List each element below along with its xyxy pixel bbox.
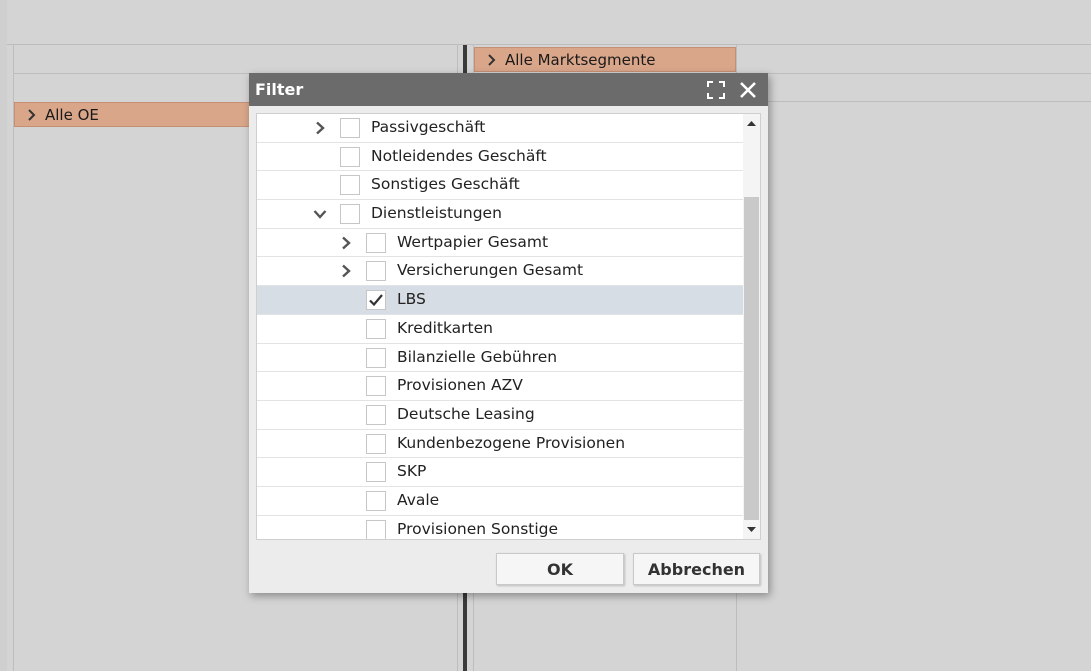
market-segment-label: Alle Marktsegmente — [505, 50, 656, 69]
row-label: Kreditkarten — [397, 318, 493, 337]
tree-row[interactable]: Sonstiges Geschäft — [257, 171, 743, 201]
tree-row[interactable]: Kundenbezogene Provisionen — [257, 430, 743, 459]
row-label: Notleidendes Geschäft — [371, 146, 547, 165]
tree-row[interactable]: Deutsche Leasing — [257, 401, 743, 430]
row-checkbox[interactable] — [366, 290, 386, 311]
row-label: Deutsche Leasing — [397, 404, 535, 423]
tree-row[interactable]: Avale — [257, 487, 743, 516]
tree-row[interactable]: Kreditkarten — [257, 315, 743, 344]
tree-row[interactable]: Bilanzielle Gebühren — [257, 344, 743, 373]
row-label: SKP — [397, 462, 427, 481]
row-label: Sonstiges Geschäft — [371, 175, 520, 194]
splitter-handle[interactable] — [463, 593, 467, 671]
scrollbar-thumb[interactable] — [744, 197, 759, 520]
splitter-handle[interactable] — [463, 45, 467, 73]
row-checkbox[interactable] — [366, 490, 386, 511]
row-checkbox[interactable] — [366, 232, 386, 253]
row-checkbox[interactable] — [366, 347, 386, 368]
row-label: Wertpapier Gesamt — [397, 232, 549, 251]
row-checkbox[interactable] — [366, 261, 386, 282]
row-label: Avale — [397, 490, 440, 509]
row-checkbox[interactable] — [340, 204, 360, 225]
vertical-scrollbar[interactable] — [743, 114, 760, 539]
close-icon[interactable] — [736, 78, 760, 102]
row-checkbox[interactable] — [366, 519, 386, 539]
tree-row[interactable]: LBS — [257, 286, 743, 315]
row-checkbox[interactable] — [340, 118, 360, 138]
scroll-up-icon[interactable] — [746, 118, 757, 129]
dialog-title: Filter — [255, 80, 304, 99]
tree-row[interactable]: Passivgeschäft — [257, 114, 743, 143]
chevron-right-icon — [28, 108, 36, 121]
row-checkbox[interactable] — [366, 462, 386, 483]
checkmark-icon — [369, 294, 383, 307]
row-checkbox[interactable] — [366, 376, 386, 397]
row-label: Dienstleistungen — [371, 204, 502, 223]
chevron-right-icon[interactable] — [339, 264, 353, 278]
row-label: LBS — [397, 290, 426, 309]
tree-row[interactable]: Notleidendes Geschäft — [257, 143, 743, 172]
tree-row[interactable]: SKP — [257, 458, 743, 487]
chevron-down-icon[interactable] — [313, 207, 327, 221]
left-edge-strip — [0, 0, 7, 671]
market-segment-button[interactable]: Alle Marktsegmente — [474, 47, 736, 72]
row-checkbox[interactable] — [366, 433, 386, 454]
tree-rows: Passivgeschäft Notleidendes Geschäft Sonst… — [257, 114, 743, 539]
tree-row[interactable]: Provisionen Sonstige — [257, 516, 743, 539]
row-label: Passivgeschäft — [371, 118, 486, 136]
row-checkbox[interactable] — [340, 175, 360, 196]
chevron-right-icon[interactable] — [339, 236, 353, 250]
row-label: Provisionen AZV — [397, 376, 523, 395]
top-bar — [7, 0, 1091, 45]
filter-dialog: Filter Passivgeschäft Notleidendes Geschä… — [249, 73, 768, 593]
tree-row[interactable]: Versicherungen Gesamt — [257, 257, 743, 287]
cancel-button[interactable]: Abbrechen — [633, 553, 760, 585]
filter-tree-list[interactable]: Passivgeschäft Notleidendes Geschäft Sonst… — [256, 113, 761, 540]
scroll-down-icon[interactable] — [746, 524, 757, 535]
chevron-right-icon — [488, 53, 496, 66]
tree-row[interactable]: Wertpapier Gesamt — [257, 229, 743, 258]
row-label: Versicherungen Gesamt — [397, 261, 584, 280]
org-unit-label: Alle OE — [45, 105, 99, 124]
tree-row[interactable]: Dienstleistungen — [257, 200, 743, 229]
row-checkbox[interactable] — [366, 318, 386, 339]
panel-divider — [13, 45, 14, 671]
row-label: Bilanzielle Gebühren — [397, 347, 558, 366]
ok-button[interactable]: OK — [496, 553, 624, 585]
chevron-right-icon[interactable] — [313, 121, 327, 135]
row-label: Kundenbezogene Provisionen — [397, 433, 626, 452]
tree-row[interactable]: Provisionen AZV — [257, 372, 743, 401]
row-checkbox[interactable] — [366, 404, 386, 425]
dialog-titlebar[interactable]: Filter — [249, 73, 768, 106]
row-checkbox[interactable] — [340, 146, 360, 167]
maximize-icon[interactable] — [704, 78, 728, 102]
org-unit-button[interactable]: Alle OE — [14, 102, 254, 127]
row-label: Provisionen Sonstige — [397, 519, 559, 538]
